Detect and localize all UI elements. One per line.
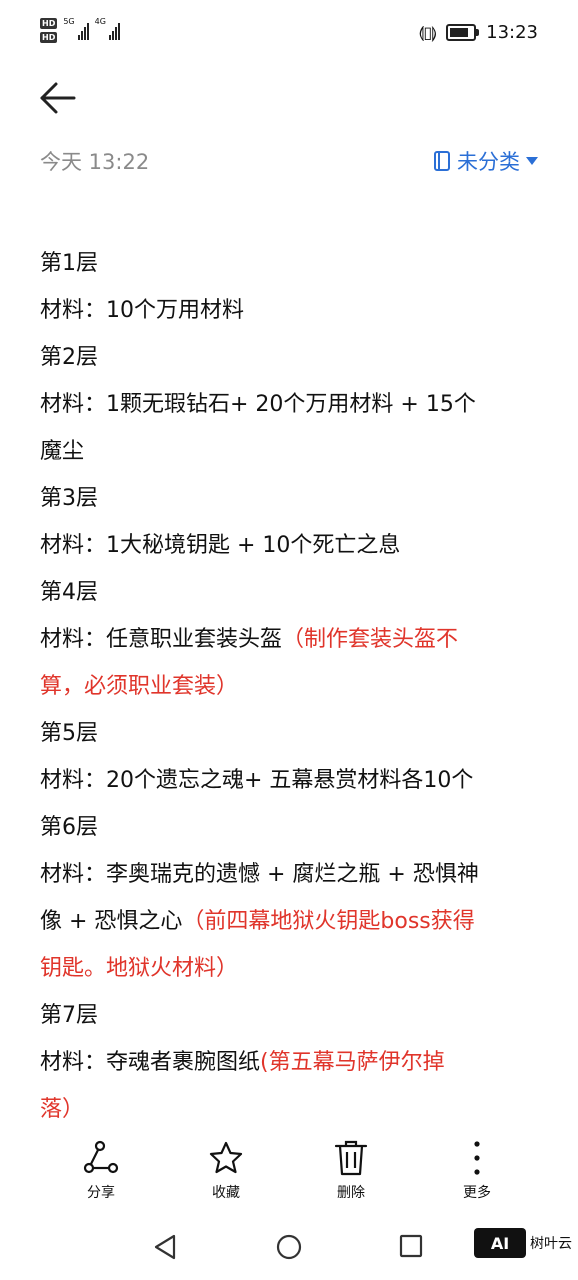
status-right: ⟬▯⟭ 13:23: [418, 22, 538, 43]
note-line: 材料：夺魂者裹腕图纸(第五幕马萨伊尔掉: [40, 1039, 540, 1086]
triangle-back-icon: [154, 1234, 176, 1260]
caret-down-icon: [526, 157, 538, 165]
clock: 13:23: [486, 22, 538, 43]
note-line: 材料：10个万用材料: [40, 298, 244, 323]
nav-home-button[interactable]: [275, 1233, 303, 1265]
note-line: 第7层: [40, 1003, 98, 1028]
delete-button[interactable]: 删除: [306, 1136, 396, 1202]
status-bar: HD HD 5G 4G ⟬▯⟭ 13:23: [0, 0, 578, 70]
note-line: 材料：20个遗忘之魂+ 五幕悬赏材料各10个: [40, 768, 474, 793]
category-label: 未分类: [457, 150, 520, 174]
star-icon: [209, 1141, 243, 1174]
battery-icon: [446, 24, 480, 41]
watermark-logo-text: AI: [490, 1233, 510, 1253]
signal-4g-icon: 4G: [95, 18, 120, 40]
note-highlight: （前四幕地狱火钥匙boss获得: [182, 909, 475, 934]
note-line: 材料：1颗无瑕钻石+ 20个万用材料 + 15个: [40, 392, 476, 417]
note-line: 像 + 恐惧之心（前四幕地狱火钥匙boss获得: [40, 898, 540, 945]
note-date: 今天 13:22: [40, 150, 150, 174]
bottom-toolbar: 分享 收藏 删除 更多: [0, 1136, 578, 1208]
trash-icon: [334, 1140, 368, 1176]
square-recents-icon: [399, 1234, 423, 1258]
favorite-button[interactable]: 收藏: [181, 1136, 271, 1202]
hd-badge-1: HD: [40, 18, 58, 29]
watermark-logo: AI: [474, 1228, 526, 1258]
delete-label: 删除: [337, 1185, 365, 1201]
network-label-1: 5G: [63, 17, 75, 26]
note-line: 材料：任意职业套装头盔（制作套装头盔不: [40, 616, 540, 663]
note-line: 第1层: [40, 251, 98, 276]
vibrate-icon: ⟬▯⟭: [418, 22, 437, 42]
watermark-text: 树叶云: [530, 1236, 572, 1252]
note-text: 像 + 恐惧之心: [40, 909, 183, 934]
network-label-2: 4G: [94, 17, 106, 26]
note-line: 第6层: [40, 815, 98, 840]
note-line: 第2层: [40, 345, 98, 370]
note-highlight-line: 算，必须职业套装）: [40, 674, 239, 699]
note-line: 第4层: [40, 580, 98, 605]
more-vertical-icon: [474, 1141, 480, 1175]
note-highlight-line: 钥匙。地狱火材料）: [40, 956, 239, 981]
back-button[interactable]: [38, 78, 78, 118]
signal-area: HD HD 5G 4G: [40, 18, 120, 43]
note-text: 材料：任意职业套装头盔: [40, 627, 283, 652]
nav-recents-button[interactable]: [398, 1233, 424, 1263]
watermark: AI 树叶云: [474, 1228, 572, 1258]
arrow-left-icon: [40, 82, 76, 114]
note-line: 第5层: [40, 721, 98, 746]
share-icon: [83, 1140, 119, 1174]
category-selector[interactable]: 未分类: [433, 146, 538, 176]
note-line: 材料：李奥瑞克的遗憾 + 腐烂之瓶 + 恐惧神: [40, 862, 479, 887]
notebook-icon: [434, 151, 450, 171]
nav-back-button[interactable]: [152, 1233, 178, 1265]
signal-5g-icon: 5G: [63, 17, 89, 40]
note-body[interactable]: 第1层 材料：10个万用材料 第2层 材料：1颗无瑕钻石+ 20个万用材料 + …: [40, 240, 540, 1133]
circle-home-icon: [276, 1234, 302, 1260]
note-line: 第3层: [40, 486, 98, 511]
share-button[interactable]: 分享: [56, 1136, 146, 1202]
favorite-label: 收藏: [212, 1185, 240, 1201]
note-text: 材料：夺魂者裹腕图纸: [40, 1050, 261, 1075]
hd-badge-2: HD: [40, 32, 58, 43]
more-button[interactable]: 更多: [432, 1136, 522, 1202]
note-highlight: （制作套装头盔不: [282, 627, 459, 652]
more-label: 更多: [463, 1185, 491, 1201]
note-line: 魔尘: [40, 439, 85, 464]
note-highlight-line: 落）: [40, 1097, 85, 1122]
note-line: 材料：1大秘境钥匙 + 10个死亡之息: [40, 533, 401, 558]
note-meta: 今天 13:22 未分类: [40, 146, 538, 178]
share-label: 分享: [87, 1185, 115, 1201]
note-highlight: (第五幕马萨伊尔掉: [260, 1050, 445, 1075]
